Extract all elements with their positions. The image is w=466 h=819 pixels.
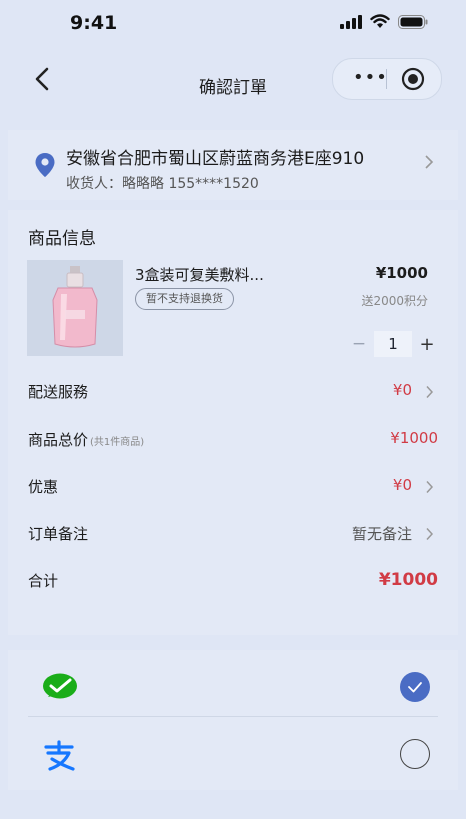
battery-icon [398,14,428,29]
bonus-points: 送2000积分 [361,294,428,308]
delivery-service-row[interactable]: 配送服務 ¥0 [28,377,438,407]
subtotal-label-text: 商品总价 [28,431,89,449]
goods-card: 商品信息 3盒装可复美敷料... 暂不支持退换货 ¥1000 送2000积分 −… [8,210,458,635]
quantity-stepper: − 1 + [348,331,438,357]
wechat-pay-icon [43,673,77,699]
discount-label: 优惠 [28,478,59,496]
order-confirm-screen: 9:41 确認訂單 ••• 安徽省合肥市蜀山区蔚蓝商务港E座910 收货人：略略… [8,0,458,819]
total-row: 合计 ¥1000 [28,566,438,596]
product-name: 3盒装可复美敷料... [135,266,264,284]
increase-quantity-button[interactable]: + [416,334,438,355]
quantity-value[interactable]: 1 [374,331,412,357]
wechat-pay-radio-checked[interactable] [400,672,430,702]
subtotal-value: ¥1000 [390,429,438,447]
chevron-right-icon [426,385,434,399]
order-remark-row[interactable]: 订单备注 暂无备注 [28,519,438,549]
product-price: ¥1000 [375,264,428,282]
status-icons [340,14,428,29]
alipay-icon [44,740,75,771]
alipay-option[interactable] [28,722,438,784]
address-text: 安徽省合肥市蜀山区蔚蓝商务港E座910 [66,149,365,169]
payment-divider [28,716,438,717]
discount-value: ¥0 [392,476,412,494]
delivery-label: 配送服務 [28,383,89,401]
receiver-info: 收货人：略略略 155****1520 [66,176,259,192]
capsule-divider [386,69,387,89]
total-value: ¥1000 [378,570,438,590]
no-return-tag: 暂不支持退换货 [135,288,234,310]
status-bar: 9:41 [8,0,458,46]
total-label: 合计 [28,572,59,590]
chevron-right-icon [426,480,434,494]
subtotal-label: 商品总价 (共1件商品) [28,429,144,450]
remark-label: 订单备注 [28,525,89,543]
more-icon[interactable]: ••• [353,69,388,87]
product-image [27,260,123,356]
delivery-value: ¥0 [392,381,412,399]
chevron-right-icon [426,527,434,541]
subtotal-row: 商品总价 (共1件商品) ¥1000 [28,425,438,455]
status-time: 9:41 [70,12,118,34]
remark-value: 暂无备注 [351,525,412,543]
address-card[interactable]: 安徽省合肥市蜀山区蔚蓝商务港E座910 收货人：略略略 155****1520 [8,130,458,200]
perfume-bottle-image [27,260,123,356]
item-count-note: (共1件商品) [90,437,145,448]
checkmark-icon [408,682,422,693]
mini-program-capsule: ••• [332,58,442,100]
chevron-right-icon [425,155,434,169]
location-pin-icon [35,153,55,177]
decrease-quantity-button[interactable]: − [348,334,370,354]
payment-card [8,650,458,790]
wifi-icon [370,14,390,28]
nav-bar: 确認訂單 ••• [8,46,458,116]
wechat-pay-option[interactable] [28,655,438,717]
close-mini-program-icon[interactable] [401,67,425,91]
alipay-radio-unchecked[interactable] [400,739,430,769]
section-title: 商品信息 [28,229,96,249]
discount-row[interactable]: 优惠 ¥0 [28,472,438,502]
cellular-signal-icon [340,14,362,29]
